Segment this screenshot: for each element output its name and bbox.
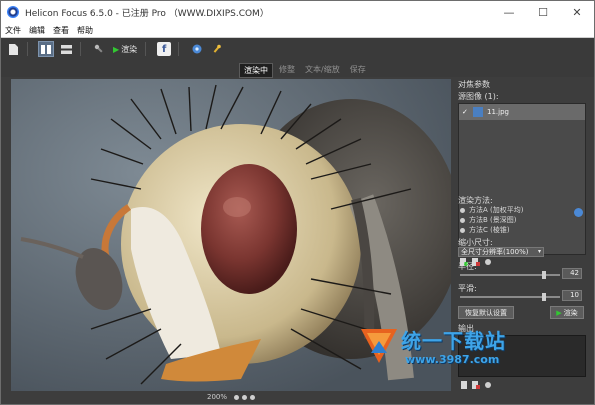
split-view-icon (40, 44, 51, 54)
source-images-label: 源图像 (1): (458, 92, 499, 101)
watermark-logo-icon (361, 329, 397, 363)
menu-file[interactable]: 文件 (1, 25, 25, 36)
globe-icon (192, 44, 202, 54)
method-c-label: 方法C (棱锥) (469, 226, 510, 234)
source-image-row[interactable]: ✓ 11.jpg (459, 104, 585, 120)
watermark-text: 统一下载站 (401, 329, 506, 353)
menu-edit[interactable]: 编辑 (25, 25, 49, 36)
watermark-url: www.3987.com (405, 353, 500, 366)
radius-slider-thumb[interactable] (541, 271, 546, 279)
window-controls: — ☐ ✕ (492, 1, 594, 23)
menu-bar: 文件 编辑 查看 帮助 (1, 23, 594, 38)
maximize-button[interactable]: ☐ (526, 1, 560, 23)
render-button-label: 渲染 (563, 308, 578, 317)
toolbar: ▶ 渲染 f (1, 38, 594, 60)
zoom-out-button[interactable] (234, 394, 239, 400)
zoom-controls (231, 394, 255, 400)
image-thumbnail-icon (473, 107, 483, 117)
window-title: Helicon Focus 6.5.0 - 已注册 Pro （WWW.DIXIP… (25, 8, 269, 19)
chevron-down-icon: ▾ (537, 248, 541, 255)
zoom-bar: 200% (11, 391, 451, 403)
stack-view-button[interactable] (58, 41, 74, 57)
zoom-in-button[interactable] (250, 394, 255, 400)
radius-input[interactable]: 42 (562, 268, 582, 279)
zoom-level: 200% (206, 393, 227, 401)
method-b-label: 方法B (景深图) (469, 216, 517, 224)
source-image-name: 11.jpg (487, 108, 509, 116)
facebook-icon: f (157, 42, 172, 56)
radio-icon (460, 217, 465, 223)
smoothing-slider-thumb[interactable] (541, 293, 546, 301)
panel-title: 对焦参数 (458, 80, 490, 89)
radius-label: 半径: (458, 262, 477, 271)
smoothing-slider[interactable] (460, 293, 560, 301)
open-file-button[interactable] (5, 41, 21, 57)
key-icon (213, 44, 221, 53)
reorder-icon[interactable] (484, 258, 492, 266)
radio-icon (460, 227, 465, 233)
toolbar-separator (27, 42, 28, 56)
tools-button[interactable] (91, 41, 107, 57)
file-icon (8, 43, 18, 55)
tab-strip: 渲染中 修整 文本/缩放 保存 (1, 60, 594, 78)
close-button[interactable]: ✕ (560, 1, 594, 23)
title-bar: Helicon Focus 6.5.0 - 已注册 Pro （WWW.DIXIP… (1, 1, 594, 23)
downscale-value: 全尺寸分辨率(100%) (461, 248, 529, 256)
split-view-button[interactable] (38, 41, 54, 57)
render-button[interactable]: ▶ 渲染 (550, 306, 584, 319)
method-info-icon[interactable] (574, 208, 583, 217)
reset-defaults-button[interactable]: 恢复默认设置 (458, 306, 514, 319)
render-toolbar-button[interactable]: ▶ 渲染 (111, 41, 139, 57)
info-button[interactable] (189, 41, 205, 57)
helicon-logo-icon (7, 6, 19, 18)
toolbar-separator (178, 42, 180, 56)
checkmark-icon[interactable]: ✓ (462, 108, 469, 116)
tab-save[interactable]: 保存 (346, 63, 370, 78)
watermark: 统一下载站 www.3987.com (357, 323, 557, 383)
smoothing-label: 平滑: (458, 284, 477, 293)
play-icon: ▶ (556, 308, 562, 317)
key-button[interactable] (209, 41, 225, 57)
radius-slider[interactable] (460, 271, 560, 279)
tab-rendering[interactable]: 渲染中 (239, 63, 273, 78)
radio-icon (460, 207, 465, 213)
stack-view-icon (60, 44, 72, 54)
reorder-icon-shape (485, 259, 491, 265)
facebook-button[interactable]: f (156, 41, 172, 57)
minimize-button[interactable]: — (492, 1, 526, 23)
render-label: 渲染 (121, 44, 138, 54)
toolbar-separator (145, 42, 147, 56)
method-c-radio[interactable]: 方法C (棱锥) (460, 225, 510, 235)
app-window: Helicon Focus 6.5.0 - 已注册 Pro （WWW.DIXIP… (0, 0, 595, 405)
smoothing-input[interactable]: 10 (562, 290, 582, 301)
zoom-fit-button[interactable] (242, 394, 247, 400)
tools-icon (94, 44, 103, 53)
play-icon: ▶ (113, 44, 120, 54)
method-b-radio[interactable]: 方法B (景深图) (460, 215, 517, 225)
tab-retouch[interactable]: 修整 (275, 63, 299, 78)
menu-view[interactable]: 查看 (49, 25, 73, 36)
method-a-radio[interactable]: 方法A (加权平均) (460, 205, 523, 215)
downscale-select[interactable]: 全尺寸分辨率(100%) ▾ (458, 247, 544, 257)
tab-text-scale[interactable]: 文本/缩放 (301, 63, 344, 78)
method-a-label: 方法A (加权平均) (469, 206, 524, 214)
menu-help[interactable]: 帮助 (73, 25, 97, 36)
toolbar-separator (80, 42, 81, 56)
